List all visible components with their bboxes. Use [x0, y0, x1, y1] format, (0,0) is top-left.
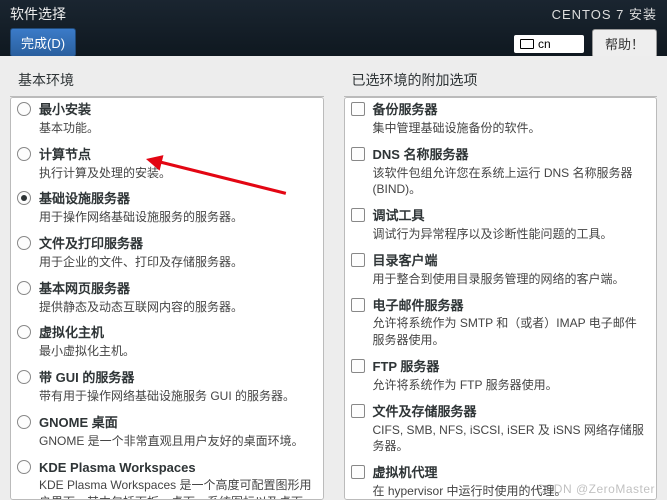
checkbox-icon[interactable] — [351, 465, 365, 479]
radio-icon[interactable] — [17, 191, 31, 205]
item-desc: 用于企业的文件、打印及存储服务器。 — [39, 254, 313, 271]
item-title: 基础设施服务器 — [39, 191, 313, 208]
item-title: KDE Plasma Workspaces — [39, 460, 313, 477]
checkbox-icon[interactable] — [351, 102, 365, 116]
base-env-item[interactable]: KDE Plasma WorkspacesKDE Plasma Workspac… — [11, 456, 323, 500]
item-desc: 用于操作网络基础设施服务的服务器。 — [39, 209, 313, 226]
item-desc: 允许将系统作为 SMTP 和（或者）IMAP 电子邮件服务器使用。 — [373, 315, 647, 349]
item-desc: 集中管理基础设施备份的软件。 — [373, 120, 647, 137]
item-title: 文件及打印服务器 — [39, 236, 313, 253]
addon-item[interactable]: 目录客户端用于整合到使用目录服务管理的网络的客户端。 — [345, 249, 657, 294]
item-title: 文件及存储服务器 — [373, 404, 647, 421]
watermark: CSDN @ZeroMaster — [536, 482, 655, 496]
radio-icon[interactable] — [17, 147, 31, 161]
item-title: GNOME 桌面 — [39, 415, 313, 432]
page-title: 软件选择 — [10, 4, 76, 24]
item-title: 电子邮件服务器 — [373, 298, 647, 315]
item-desc: 提供静态及动态互联网内容的服务器。 — [39, 299, 313, 316]
item-desc: 用于整合到使用目录服务管理的网络的客户端。 — [373, 271, 647, 288]
addons-list[interactable]: 备份服务器集中管理基础设施备份的软件。DNS 名称服务器该软件包组允许您在系统上… — [344, 97, 658, 500]
addon-item[interactable]: FTP 服务器允许将系统作为 FTP 服务器使用。 — [345, 355, 657, 400]
help-button[interactable]: 帮助！ — [592, 29, 657, 58]
item-desc: 调试行为异常程序以及诊断性能问题的工具。 — [373, 226, 647, 243]
item-title: 最小安装 — [39, 102, 313, 119]
base-env-item[interactable]: GNOME 桌面GNOME 是一个非常直观且用户友好的桌面环境。 — [11, 411, 323, 456]
radio-icon[interactable] — [17, 415, 31, 429]
addon-item[interactable]: 备份服务器集中管理基础设施备份的软件。 — [345, 98, 657, 143]
checkbox-icon[interactable] — [351, 404, 365, 418]
radio-icon[interactable] — [17, 281, 31, 295]
item-desc: 带有用于操作网络基础设施服务 GUI 的服务器。 — [39, 388, 313, 405]
item-title: 计算节点 — [39, 147, 313, 164]
base-env-item[interactable]: 计算节点执行计算及处理的安装。 — [11, 143, 323, 188]
addon-item[interactable]: 调试工具调试行为异常程序以及诊断性能问题的工具。 — [345, 204, 657, 249]
base-env-item[interactable]: 基本网页服务器提供静态及动态互联网内容的服务器。 — [11, 277, 323, 322]
addon-item[interactable]: 文件及存储服务器CIFS, SMB, NFS, iSCSI, iSER 及 iS… — [345, 400, 657, 461]
radio-icon[interactable] — [17, 102, 31, 116]
radio-icon[interactable] — [17, 460, 31, 474]
checkbox-icon[interactable] — [351, 147, 365, 161]
item-desc: CIFS, SMB, NFS, iSCSI, iSER 及 iSNS 网络存储服… — [373, 422, 647, 456]
checkbox-icon[interactable] — [351, 359, 365, 373]
item-title: 基本网页服务器 — [39, 281, 313, 298]
item-desc: KDE Plasma Workspaces 是一个高度可配置图形用户界面，其中包… — [39, 477, 313, 500]
item-title: FTP 服务器 — [373, 359, 647, 376]
item-title: 带 GUI 的服务器 — [39, 370, 313, 387]
addons-column: 已选环境的附加选项 备份服务器集中管理基础设施备份的软件。DNS 名称服务器该软… — [334, 64, 667, 500]
addons-heading: 已选环境的附加选项 — [344, 64, 658, 97]
addon-item[interactable]: DNS 名称服务器该软件包组允许您在系统上运行 DNS 名称服务器(BIND)。 — [345, 143, 657, 204]
keyboard-indicator[interactable]: cn — [514, 35, 584, 53]
item-title: 调试工具 — [373, 208, 647, 225]
item-title: 备份服务器 — [373, 102, 647, 119]
item-desc: GNOME 是一个非常直观且用户友好的桌面环境。 — [39, 433, 313, 450]
addon-item[interactable]: 电子邮件服务器允许将系统作为 SMTP 和（或者）IMAP 电子邮件服务器使用。 — [345, 294, 657, 355]
base-env-heading: 基本环境 — [10, 64, 324, 97]
keyboard-icon — [520, 39, 534, 49]
base-env-item[interactable]: 最小安装基本功能。 — [11, 98, 323, 143]
header-bar: 软件选择 完成(D) CENTOS 7 安装 cn 帮助！ — [0, 0, 667, 56]
item-title: 虚拟机代理 — [373, 465, 647, 482]
base-env-item[interactable]: 文件及打印服务器用于企业的文件、打印及存储服务器。 — [11, 232, 323, 277]
item-desc: 执行计算及处理的安装。 — [39, 165, 313, 182]
item-desc: 基本功能。 — [39, 120, 313, 137]
base-env-item[interactable]: 带 GUI 的服务器带有用于操作网络基础设施服务 GUI 的服务器。 — [11, 366, 323, 411]
radio-icon[interactable] — [17, 325, 31, 339]
item-title: DNS 名称服务器 — [373, 147, 647, 164]
keyboard-layout-label: cn — [538, 37, 551, 51]
radio-icon[interactable] — [17, 236, 31, 250]
checkbox-icon[interactable] — [351, 298, 365, 312]
base-env-list[interactable]: 最小安装基本功能。计算节点执行计算及处理的安装。基础设施服务器用于操作网络基础设… — [10, 97, 324, 500]
done-button[interactable]: 完成(D) — [10, 28, 76, 57]
base-env-column: 基本环境 最小安装基本功能。计算节点执行计算及处理的安装。基础设施服务器用于操作… — [0, 64, 334, 500]
item-desc: 该软件包组允许您在系统上运行 DNS 名称服务器(BIND)。 — [373, 165, 647, 199]
item-title: 虚拟化主机 — [39, 325, 313, 342]
install-title: CENTOS 7 安装 — [552, 4, 657, 23]
base-env-item[interactable]: 虚拟化主机最小虚拟化主机。 — [11, 321, 323, 366]
item-title: 目录客户端 — [373, 253, 647, 270]
item-desc: 最小虚拟化主机。 — [39, 343, 313, 360]
radio-icon[interactable] — [17, 370, 31, 384]
checkbox-icon[interactable] — [351, 253, 365, 267]
item-desc: 允许将系统作为 FTP 服务器使用。 — [373, 377, 647, 394]
base-env-item[interactable]: 基础设施服务器用于操作网络基础设施服务的服务器。 — [11, 187, 323, 232]
checkbox-icon[interactable] — [351, 208, 365, 222]
